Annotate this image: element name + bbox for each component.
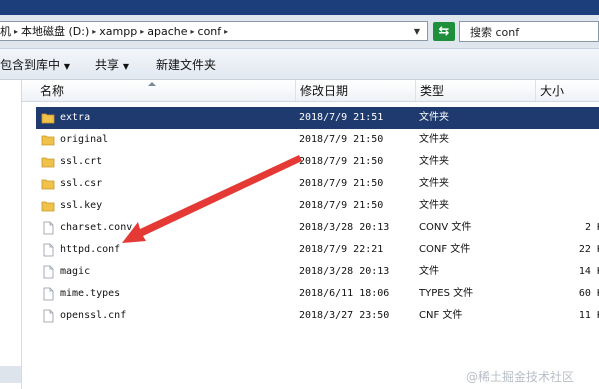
annotation-arrow <box>122 155 302 243</box>
red-arrow-icon <box>122 155 302 243</box>
watermark: @稀土掘金技术社区 <box>466 370 575 384</box>
